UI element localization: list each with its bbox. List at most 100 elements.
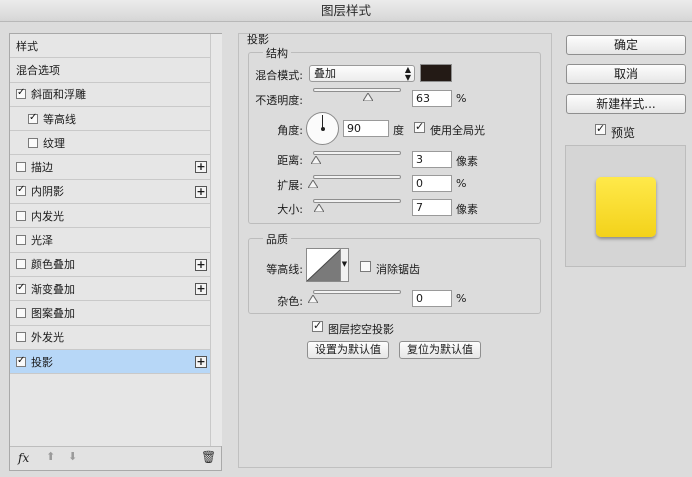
noise-input[interactable]: 0 [412, 290, 452, 307]
size-label: 大小: [277, 203, 303, 216]
anti-alias-label: 消除锯齿 [376, 263, 420, 276]
angle-label: 角度: [277, 124, 303, 137]
style-list-scrollbar[interactable] [210, 34, 222, 446]
style-item[interactable]: 颜色叠加 + [10, 252, 210, 277]
ok-button[interactable]: 确定 [566, 35, 686, 55]
structure-title: 结构 [263, 45, 291, 61]
spread-unit: % [456, 177, 467, 190]
opacity-input[interactable]: 63 [412, 90, 452, 107]
style-item[interactable]: 纹理 [10, 131, 210, 156]
noise-slider[interactable] [313, 290, 401, 294]
spread-input[interactable]: 0 [412, 175, 452, 192]
noise-unit: % [456, 292, 467, 305]
shadow-color-swatch[interactable] [420, 64, 452, 82]
contour-curve-icon [306, 248, 342, 282]
size-unit: 像素 [456, 203, 478, 216]
arrow-down-icon[interactable]: ⬇ [68, 450, 77, 463]
style-item-checkbox[interactable] [16, 282, 26, 294]
style-item[interactable]: 外发光 [10, 325, 210, 350]
distance-slider[interactable] [313, 151, 401, 155]
opacity-label: 不透明度: [255, 94, 303, 107]
trash-icon[interactable]: 🗑 [201, 450, 216, 464]
opacity-slider[interactable] [313, 88, 401, 92]
reset-default-button[interactable]: 复位为默认值 [399, 341, 481, 359]
new-style-button[interactable]: 新建样式... [566, 94, 686, 114]
distance-input[interactable]: 3 [412, 151, 452, 168]
angle-unit: 度 [393, 124, 404, 137]
spread-label: 扩展: [277, 179, 303, 192]
add-effect-icon[interactable]: + [195, 161, 207, 174]
contour-dropdown[interactable]: ▼ [340, 248, 349, 282]
style-item[interactable]: 描边 + [10, 155, 210, 180]
distance-label: 距离: [277, 154, 303, 167]
angle-dial[interactable] [306, 112, 339, 145]
style-item[interactable]: 投影 + [10, 349, 210, 375]
distance-unit: 像素 [456, 155, 478, 168]
global-light-checkbox[interactable] [414, 120, 425, 133]
add-effect-icon[interactable]: + [195, 282, 207, 295]
size-slider[interactable] [313, 199, 401, 203]
angle-input[interactable]: 90 [343, 120, 389, 137]
chevron-down-icon: ▼ [341, 260, 348, 268]
style-item[interactable]: 混合选项 [10, 58, 210, 83]
noise-label: 杂色: [277, 295, 303, 308]
style-item-label: 颜色叠加 [31, 258, 75, 272]
style-item[interactable]: 内阴影 + [10, 179, 210, 205]
blend-mode-label: 混合模式: [255, 69, 303, 82]
opacity-unit: % [456, 92, 467, 105]
global-light-label: 使用全局光 [430, 124, 485, 137]
style-item[interactable]: 等高线 [10, 106, 210, 132]
style-item-checkbox[interactable] [16, 355, 26, 367]
style-item-checkbox[interactable] [16, 87, 26, 100]
style-item-checkbox[interactable] [16, 259, 26, 270]
opacity-slider-thumb[interactable] [363, 93, 374, 101]
angle-dial-needle [322, 115, 323, 129]
style-item-label: 样式 [16, 39, 38, 53]
style-item-checkbox[interactable] [16, 332, 26, 343]
blend-mode-select[interactable]: 叠加 ▲ ▼ [309, 65, 415, 82]
contour-label: 等高线: [266, 263, 303, 276]
add-effect-icon[interactable]: + [195, 185, 207, 198]
add-effect-icon[interactable]: + [195, 355, 207, 368]
preview-checkbox[interactable] [595, 122, 606, 135]
style-item[interactable]: 样式 [10, 34, 210, 59]
style-item-checkbox[interactable] [16, 210, 26, 221]
quality-title: 品质 [263, 231, 291, 247]
add-effect-icon[interactable]: + [195, 258, 207, 271]
style-item[interactable]: 光泽 [10, 228, 210, 253]
style-item-label: 渐变叠加 [31, 282, 75, 296]
anti-alias-checkbox[interactable] [360, 261, 371, 272]
style-item[interactable]: 斜面和浮雕 [10, 82, 210, 107]
style-item-checkbox[interactable] [16, 307, 26, 318]
cancel-button[interactable]: 取消 [566, 64, 686, 84]
arrow-up-icon[interactable]: ⬆ [46, 450, 55, 463]
style-item[interactable]: 渐变叠加 + [10, 276, 210, 302]
spread-slider-thumb[interactable] [308, 180, 318, 188]
style-item-label: 内发光 [31, 209, 64, 223]
contour-preview[interactable] [306, 248, 342, 282]
noise-slider-thumb[interactable] [308, 295, 318, 303]
style-item-checkbox[interactable] [16, 184, 26, 197]
style-item-checkbox[interactable] [16, 235, 26, 246]
style-item-label: 斜面和浮雕 [31, 88, 86, 102]
style-item-label: 投影 [31, 355, 53, 369]
spread-slider[interactable] [313, 175, 401, 179]
style-item-checkbox[interactable] [28, 137, 38, 148]
preview-box [565, 145, 686, 267]
updown-arrows-icon: ▲ ▼ [404, 65, 411, 82]
fx-button[interactable]: fx [18, 451, 29, 465]
style-item[interactable]: 内发光 [10, 204, 210, 229]
style-item-checkbox[interactable] [28, 112, 38, 124]
style-item-checkbox[interactable] [16, 162, 26, 173]
style-item[interactable]: 图案叠加 [10, 301, 210, 326]
style-item-label: 等高线 [43, 112, 76, 126]
window-title: 图层样式 [0, 0, 692, 22]
preview-label: 预览 [611, 126, 636, 140]
make-default-button[interactable]: 设置为默认值 [307, 341, 389, 359]
size-slider-thumb[interactable] [314, 204, 325, 212]
style-list-footer: fx ⬆ ⬇ 🗑 [10, 446, 221, 470]
size-input[interactable]: 7 [412, 199, 452, 216]
distance-slider-thumb[interactable] [310, 156, 321, 164]
knockout-checkbox[interactable] [312, 319, 323, 332]
style-item-label: 描边 [31, 161, 53, 175]
